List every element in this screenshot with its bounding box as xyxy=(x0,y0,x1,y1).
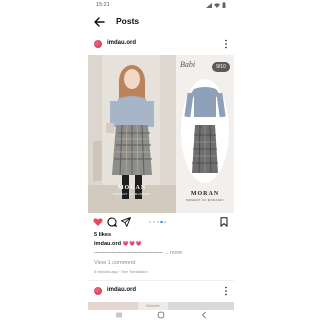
back-arrow-icon[interactable] xyxy=(93,16,105,28)
post2-script: Babirelle xyxy=(138,302,168,310)
post-divider xyxy=(88,280,234,281)
home-icon[interactable] xyxy=(157,311,165,319)
carousel-indicator xyxy=(149,221,167,224)
status-bar: 15:21 xyxy=(88,0,234,11)
more-link[interactable]: ... more xyxy=(164,250,182,256)
post2-header: imdau.ord xyxy=(88,285,234,299)
caption-hearts: 💗💗💗 xyxy=(122,241,143,247)
brand-right: MORAN MOMENT OF MORANDI xyxy=(186,191,224,202)
wifi-icon xyxy=(214,2,220,8)
nav-back-icon[interactable] xyxy=(200,311,208,319)
heart-filled-icon[interactable] xyxy=(93,217,103,227)
system-nav-bar xyxy=(88,310,234,320)
carousel-dot-active xyxy=(160,221,163,224)
post-media-carousel[interactable]: MORAN MOMENT OF MORANDI Babi 9/10 MORAN … xyxy=(88,55,234,213)
comment-icon[interactable] xyxy=(107,217,117,227)
signal-icon xyxy=(206,2,212,8)
caption-text: --------------------------------------- … xyxy=(94,250,182,256)
app-screen: Posts imdau.ord MORAN MOMENT OF MORANDI … xyxy=(88,11,234,320)
likes-count[interactable]: 5 likes xyxy=(94,232,111,238)
status-icons xyxy=(206,2,226,8)
post-header: imdau.ord xyxy=(88,38,234,52)
avatar[interactable] xyxy=(94,40,102,48)
post2-media[interactable]: Babirelle xyxy=(88,302,234,310)
bookmark-icon[interactable] xyxy=(219,217,229,227)
carousel-dot xyxy=(149,221,152,224)
share-icon[interactable] xyxy=(121,217,131,227)
caption-dashes: --------------------------------------- xyxy=(94,250,163,256)
carousel-dot xyxy=(156,221,159,224)
recent-apps-icon[interactable] xyxy=(115,311,123,319)
brand-left: MORAN MOMENT OF MORANDI xyxy=(113,185,151,196)
carousel-dot xyxy=(164,221,167,224)
post2-photo xyxy=(88,302,138,310)
view-comments-link[interactable]: View 1 comment xyxy=(94,260,135,266)
post-actions xyxy=(88,215,234,229)
status-time: 15:21 xyxy=(96,2,110,8)
avatar[interactable] xyxy=(94,287,102,295)
model-photo: MORAN MOMENT OF MORANDI xyxy=(88,55,176,213)
battery-icon xyxy=(222,2,226,8)
caption: imdau.ord 💗💗💗 xyxy=(94,241,142,247)
post2-photo xyxy=(168,302,234,310)
caption-username[interactable]: imdau.ord xyxy=(94,241,121,247)
more-options-icon[interactable] xyxy=(224,286,228,296)
carousel-dot xyxy=(152,221,155,224)
page-title: Posts xyxy=(116,16,140,26)
post-username[interactable]: imdau.ord xyxy=(107,40,136,46)
post2-username[interactable]: imdau.ord xyxy=(107,287,136,293)
product-illustration xyxy=(181,79,229,183)
product-panel: Babi 9/10 MORAN MOMENT OF MORANDI xyxy=(176,55,234,213)
top-bar: Posts xyxy=(88,11,234,33)
more-options-icon[interactable] xyxy=(224,39,228,49)
post-meta: 5 minutes ago · See Translation xyxy=(94,270,148,274)
